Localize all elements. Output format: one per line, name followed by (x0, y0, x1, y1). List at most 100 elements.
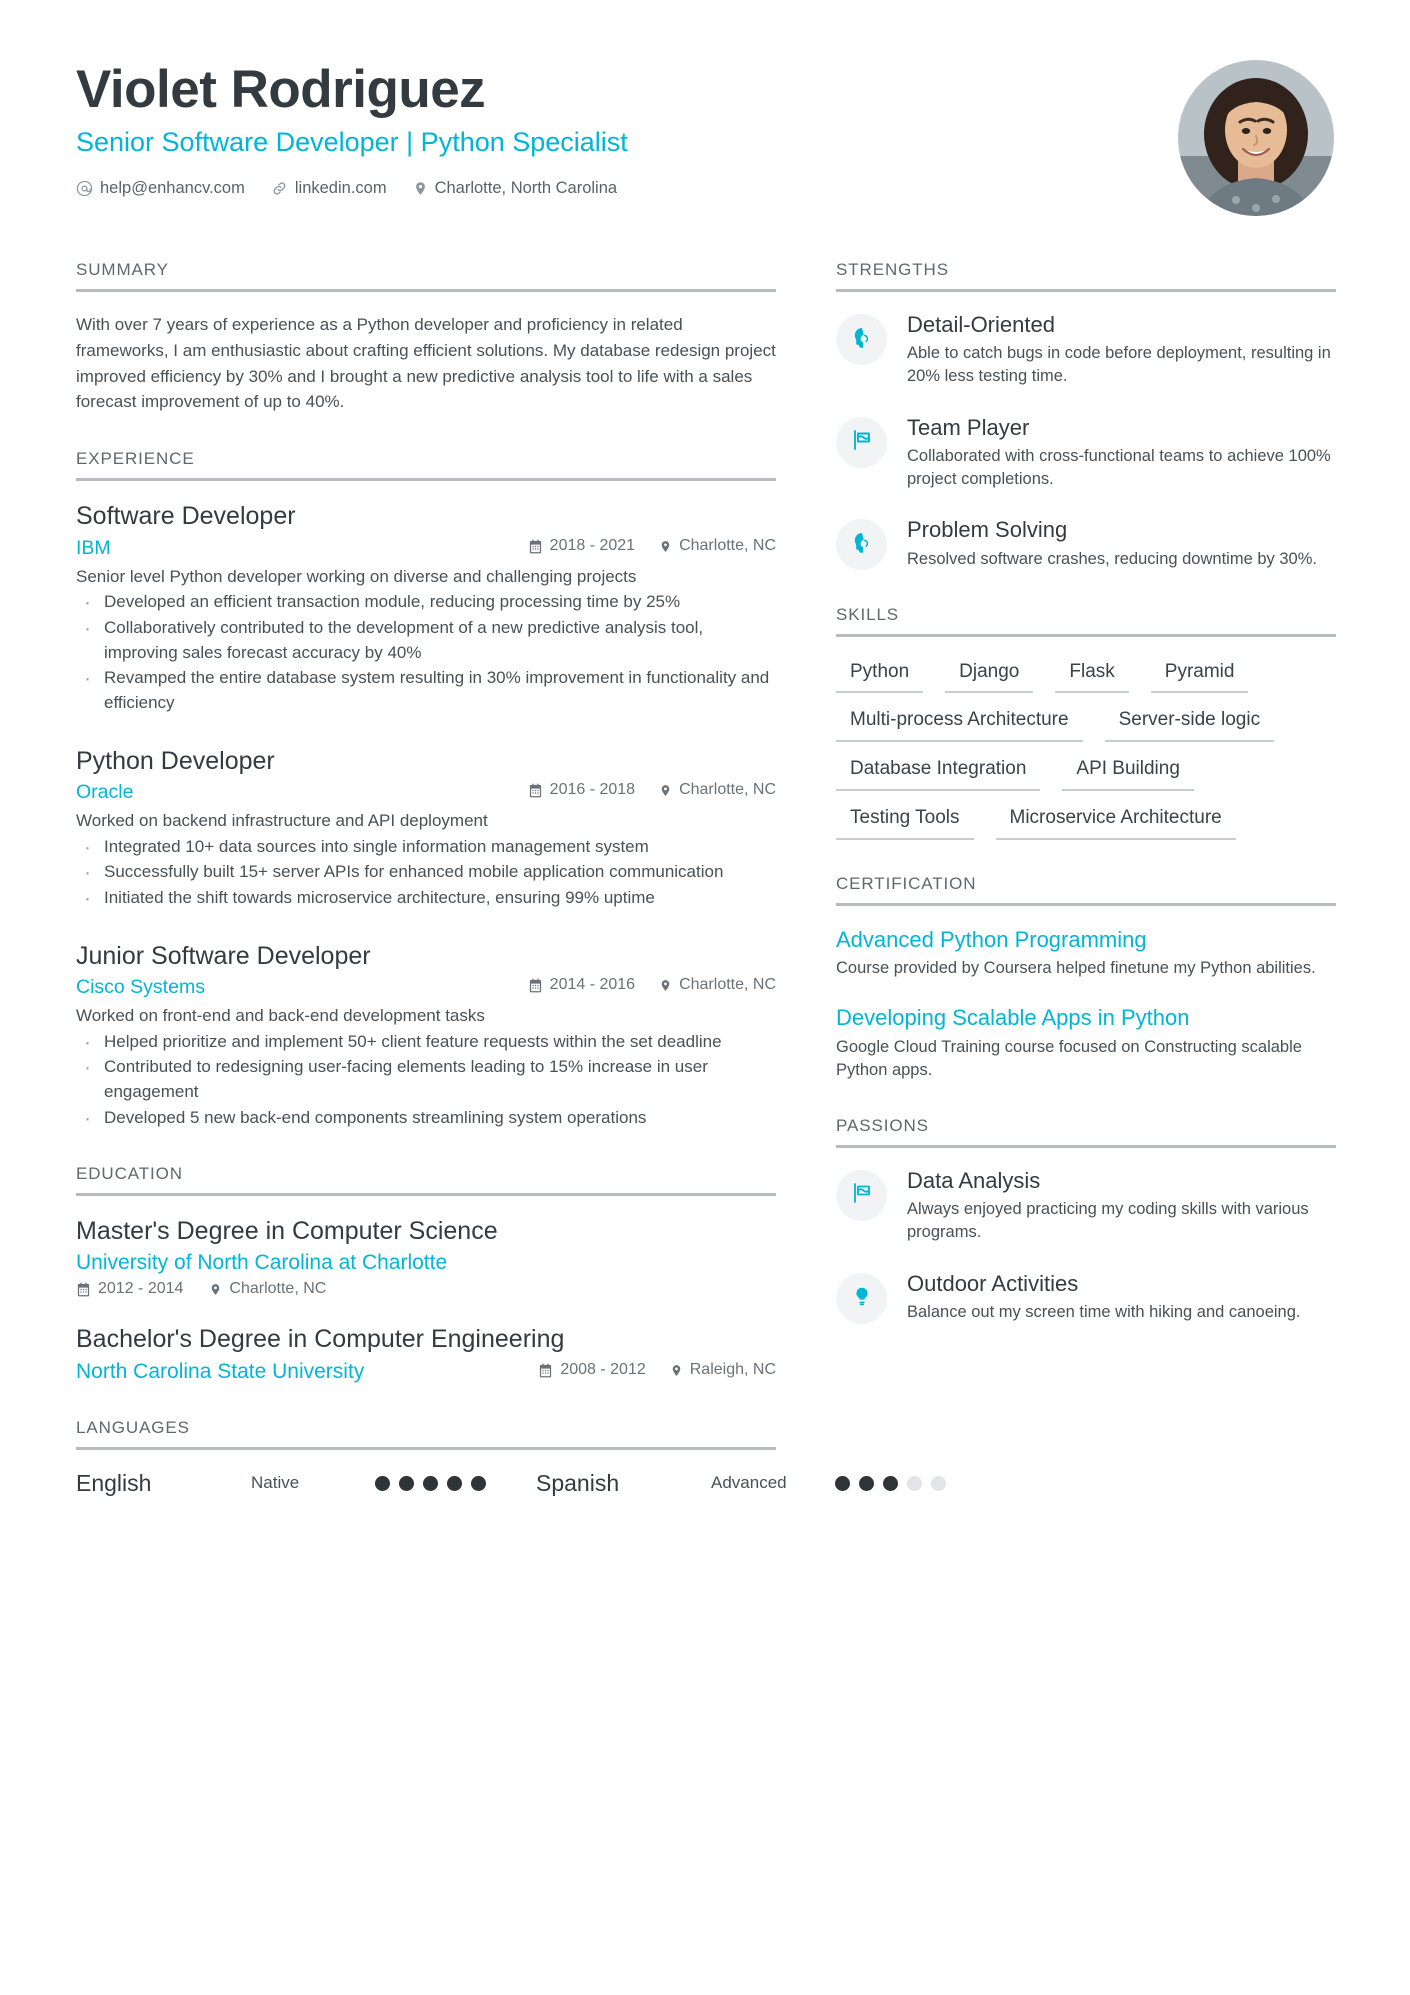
language-name: English (76, 1469, 152, 1496)
job-description: Worked on front-end and back-end develop… (76, 1005, 485, 1025)
contact-email[interactable]: help@enhancv.com (76, 179, 245, 198)
certification-title: Advanced Python Programming (836, 926, 1147, 952)
rating-dot (447, 1475, 462, 1491)
strength-body: Detail-Oriented Able to catch bugs in co… (907, 312, 1336, 389)
job-dates-text: 2014 - 2016 (549, 976, 636, 994)
job-dates: 2016 - 2018 (528, 781, 635, 799)
strength-item: Detail-Oriented Able to catch bugs in co… (836, 312, 1336, 389)
calendar-icon (528, 539, 543, 554)
section-rule (836, 633, 1336, 637)
section-title-languages: LANGUAGES (76, 1417, 190, 1437)
language-rating-dots (375, 1475, 486, 1491)
left-column: SUMMARY With over 7 years of experience … (76, 260, 946, 1531)
language-rating-dots (835, 1475, 946, 1491)
location-pin-icon (209, 1282, 222, 1297)
professional-headline: Senior Software Developer | Python Speci… (76, 127, 628, 158)
education-dates-text: 2012 - 2014 (98, 1280, 184, 1298)
location-pin-icon (670, 1363, 683, 1378)
calendar-icon (528, 783, 543, 798)
job-title: Junior Software Developer (76, 941, 371, 970)
header-text-block: Violet Rodriguez Senior Software Develop… (76, 56, 628, 198)
section-title-passions: PASSIONS (836, 1115, 929, 1135)
job-company: Cisco Systems (76, 975, 205, 998)
job-meta-group: 2014 - 2016 Charlotte, NC (528, 976, 776, 994)
certification-item: Developing Scalable Apps in Python Googl… (836, 1004, 1336, 1082)
skill-tag: Multi-process Architecture (836, 705, 1083, 743)
section-title-education: EDUCATION (76, 1164, 183, 1184)
job-description: Senior level Python developer working on… (76, 566, 637, 586)
contact-location-text: Charlotte, North Carolina (434, 178, 618, 197)
lightbulb-icon (851, 1285, 873, 1312)
skill-tag: Django (945, 657, 1034, 694)
calendar-icon (538, 1363, 553, 1378)
right-column: STRENGTHS Detail-Oriented Able to catch … (836, 260, 1336, 1358)
rating-dot-empty (931, 1475, 946, 1491)
job-bullets: Helped prioritize and implement 50+ clie… (76, 1028, 776, 1134)
certification-item: Advanced Python Programming Course provi… (836, 926, 1336, 981)
section-certification: CERTIFICATION Advanced Python Programmin… (836, 874, 1336, 1082)
job-company: Oracle (76, 780, 134, 803)
strength-item: Team Player Collaborated with cross-func… (836, 415, 1336, 492)
education-dates: 2008 - 2012 (538, 1361, 646, 1379)
full-name: Violet Rodriguez (76, 60, 486, 119)
education-dates: 2012 - 2014 (76, 1280, 183, 1298)
strength-title: Team Player (907, 414, 1030, 440)
strength-item: Problem Solving Resolved software crashe… (836, 517, 1336, 571)
flag-icon (850, 428, 874, 457)
job-meta-row: Cisco Systems 2014 - 2016 Charlotte, NC (76, 976, 776, 999)
language-item: English Native (76, 1470, 536, 1497)
job-meta-group: 2018 - 2021 Charlotte, NC (528, 537, 776, 555)
email-icon (76, 180, 93, 197)
job-bullet: Revamped the entire database system resu… (76, 664, 776, 715)
skill-tag: Testing Tools (836, 803, 974, 840)
contact-linkedin[interactable]: linkedin.com (271, 179, 387, 198)
job-meta-group: 2016 - 2018 Charlotte, NC (528, 781, 776, 799)
job-description: Worked on backend infrastructure and API… (76, 810, 488, 830)
section-rule (76, 1193, 776, 1197)
job-company: IBM (76, 536, 111, 559)
job-bullet: Developed 5 new back-end components stre… (76, 1104, 776, 1134)
strength-description: Able to catch bugs in code before deploy… (907, 344, 1331, 386)
contact-location: Charlotte, North Carolina (413, 178, 618, 198)
section-summary: SUMMARY With over 7 years of experience … (76, 260, 776, 415)
strength-badge (836, 416, 887, 468)
calendar-icon (76, 1282, 91, 1297)
section-languages: LANGUAGES English Native Spanish Advance… (76, 1417, 946, 1497)
passion-title: Outdoor Activities (907, 1270, 1079, 1296)
passion-body: Data Analysis Always enjoyed practicing … (907, 1168, 1336, 1245)
skill-tag: Flask (1055, 657, 1129, 694)
strength-badge (836, 314, 887, 365)
certification-description: Course provided by Coursera helped finet… (836, 959, 1316, 978)
section-rule (836, 1144, 1336, 1148)
job-dates: 2018 - 2021 (528, 537, 635, 555)
resume-page: Violet Rodriguez Senior Software Develop… (0, 0, 1410, 1995)
rating-dot (883, 1475, 898, 1491)
location-pin-icon (413, 180, 428, 197)
education-degree: Master's Degree in Computer Science (76, 1217, 498, 1246)
location-pin-icon (659, 539, 672, 554)
job-location: Charlotte, NC (659, 781, 776, 799)
strength-body: Team Player Collaborated with cross-func… (907, 415, 1336, 492)
head-lightbulb-icon (850, 325, 874, 354)
section-rule (836, 902, 1336, 906)
location-pin-icon (659, 783, 672, 798)
section-title-certification: CERTIFICATION (836, 873, 977, 893)
language-item: Spanish Advanced (536, 1470, 996, 1497)
passion-badge (836, 1272, 887, 1324)
job-location-text: Charlotte, NC (679, 781, 776, 799)
contact-row: help@enhancv.com linkedin.com Charlotte,… (76, 179, 628, 198)
section-rule (76, 478, 776, 482)
education-meta-row: North Carolina State University 2008 - 2… (76, 1360, 776, 1384)
skill-tag: Microservice Architecture (995, 803, 1236, 840)
language-level: Native (251, 1473, 300, 1493)
education-location-text: Charlotte, NC (229, 1280, 327, 1298)
job-bullet: Initiated the shift towards microservice… (76, 884, 776, 914)
skill-tag: Pyramid (1150, 657, 1249, 694)
passion-body: Outdoor Activities Balance out my screen… (907, 1271, 1336, 1324)
contact-email-text: help@enhancv.com (100, 178, 245, 197)
rating-dot-empty (907, 1475, 922, 1491)
education-item: Master's Degree in Computer Science Univ… (76, 1216, 776, 1298)
education-dates-text: 2008 - 2012 (560, 1361, 646, 1379)
passion-title: Data Analysis (907, 1167, 1041, 1193)
experience-item: Junior Software Developer Cisco Systems (76, 941, 776, 1134)
